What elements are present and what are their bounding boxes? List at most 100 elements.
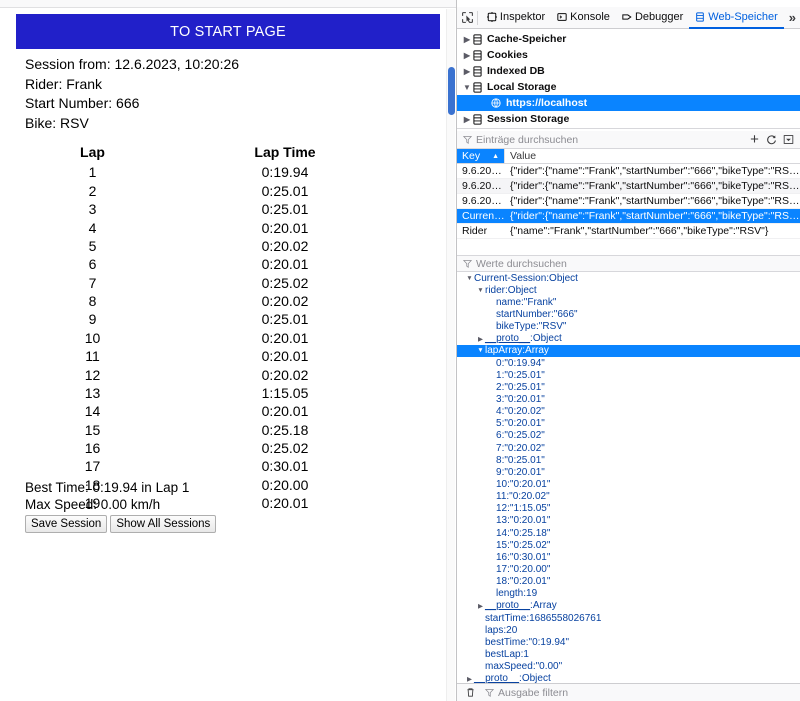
chevron-down-icon[interactable]: ▼ [476, 347, 485, 354]
tab-label: Konsole [570, 10, 610, 23]
object-value-label: :19 [523, 588, 538, 600]
storage-table-row[interactable]: Rider {"name":"Frank","startNumber":"666"… [457, 224, 800, 239]
object-tree-row[interactable]: 13:"0:20.01" [457, 515, 800, 527]
object-tree-row[interactable]: ▼ lapArray:Array [457, 344, 800, 357]
refresh-icon[interactable] [763, 132, 780, 148]
object-tree-row[interactable]: ▶ __proto__:Object [457, 673, 800, 683]
storage-tree-item[interactable]: ▼ Local Storage [457, 79, 800, 95]
object-tree-row[interactable]: length:19 [457, 588, 800, 600]
storage-tree-item-label: Session Storage [487, 113, 570, 125]
table-row: 2 0:25.01 [0, 182, 455, 200]
storage-tree-item[interactable]: https://localhost [457, 95, 800, 111]
table-row: 3 0:25.01 [0, 200, 455, 218]
object-tree-row[interactable]: ▼ rider:Object [457, 284, 800, 296]
object-value-label: :Object [519, 673, 551, 683]
object-tree-row[interactable]: 9:"0:20.01" [457, 466, 800, 478]
object-tree-row[interactable]: 14:"0:25.18" [457, 527, 800, 539]
browser-window: Neue PfadePrivate NachrichtenNeo: Mitarb… [0, 0, 800, 701]
page-scrollbar[interactable] [446, 9, 455, 701]
object-tree-row[interactable]: 18:"0:20.01" [457, 576, 800, 588]
columns-icon[interactable] [780, 132, 797, 148]
storage-column-header[interactable]: Value [505, 149, 800, 163]
more-tabs-button[interactable]: » [784, 10, 800, 25]
object-tree-row[interactable]: 0:"0:19.94" [457, 357, 800, 369]
storage-column-header[interactable]: Key ▲ [457, 149, 505, 163]
tab-debugger[interactable]: Debugger [616, 7, 689, 29]
object-tree-row[interactable]: 2:"0:25.01" [457, 381, 800, 393]
object-tree-row[interactable]: 15:"0:25.02" [457, 539, 800, 551]
object-tree-row[interactable]: laps:20 [457, 624, 800, 636]
object-tree-row[interactable]: 1:"0:25.01" [457, 369, 800, 381]
object-value-label: :"0:20.01" [501, 418, 545, 430]
storage-search-placeholder[interactable]: Einträge durchsuchen [476, 134, 746, 146]
object-tree-row[interactable]: 3:"0:20.01" [457, 393, 800, 405]
object-tree-row[interactable]: bikeType:"RSV" [457, 321, 800, 333]
object-tree-row[interactable]: ▼ Current-Session:Object [457, 272, 800, 284]
object-tree-row[interactable]: bestLap:1 [457, 648, 800, 660]
console-filter-placeholder[interactable]: Ausgabe filtern [498, 687, 568, 699]
web-page-content: TO START PAGE Session from: 12.6.2023, 1… [0, 9, 455, 701]
object-value-label: :"0:20.01" [501, 466, 545, 478]
storage-table-row[interactable]: 9.6.2023… {"rider":{"name":"Frank","start… [457, 164, 800, 179]
object-key-label: name [496, 296, 522, 308]
filter-icon [463, 135, 472, 144]
table-cell: 0:20.02 [261, 237, 309, 254]
value-search-placeholder[interactable]: Werte durchsuchen [476, 258, 567, 270]
storage-tree-item[interactable]: ▶ Session Storage [457, 111, 800, 127]
object-tree-row[interactable]: startNumber:"666" [457, 308, 800, 320]
chevron-right-icon[interactable]: ▶ [461, 115, 473, 124]
chevron-down-icon[interactable]: ▼ [476, 287, 485, 294]
object-key-label: 12 [496, 503, 508, 515]
tab-konsole[interactable]: Konsole [551, 7, 616, 29]
object-tree-row[interactable]: startTime:1686558026761 [457, 612, 800, 624]
storage-folder-icon [473, 65, 482, 77]
object-tree-row[interactable]: 5:"0:20.01" [457, 418, 800, 430]
trash-icon[interactable] [462, 685, 479, 701]
object-tree-row[interactable]: maxSpeed:"0.00" [457, 661, 800, 673]
table-cell: 0:20.01 [261, 403, 309, 420]
object-tree-row[interactable]: 4:"0:20.02" [457, 406, 800, 418]
object-value-label: :20 [503, 624, 518, 636]
object-tree-row[interactable]: 17:"0:20.00" [457, 563, 800, 575]
chevron-right-icon[interactable]: ▶ [461, 51, 473, 60]
object-tree-row[interactable]: 10:"0:20.01" [457, 478, 800, 490]
table-cell: 0:20.01 [261, 256, 309, 273]
object-value-label: :"0:20.02" [501, 406, 545, 418]
add-item-button[interactable]: + [746, 132, 763, 148]
storage-table-row[interactable]: 9.6.2023… {"rider":{"name":"Frank","start… [457, 179, 800, 194]
chevron-right-icon[interactable]: ▶ [461, 67, 473, 76]
page-scrollbar-thumb[interactable] [448, 67, 455, 115]
object-tree-row[interactable]: 8:"0:25.01" [457, 454, 800, 466]
chevron-right-icon[interactable]: ▶ [465, 675, 474, 683]
storage-tree-item[interactable]: ▶ Cookies [457, 47, 800, 63]
storage-tree-item[interactable]: ▶ Indexed DB [457, 63, 800, 79]
object-tree-row[interactable]: name:"Frank" [457, 296, 800, 308]
object-value-label: :"0:19.94" [525, 636, 570, 648]
save-session-button[interactable]: Save Session [25, 515, 108, 533]
object-value-label: :"666" [551, 308, 578, 320]
object-tree-row[interactable]: 6:"0:25.02" [457, 430, 800, 442]
element-picker-icon[interactable] [460, 9, 474, 27]
chevron-right-icon[interactable]: ▶ [461, 35, 473, 44]
object-key-label: startTime [485, 612, 527, 624]
chevron-down-icon[interactable]: ▼ [461, 83, 473, 92]
object-tree-row[interactable]: ▶ __proto__:Array [457, 600, 800, 612]
object-tree-row[interactable]: 12:"1:15.05" [457, 503, 800, 515]
tab-web-speicher[interactable]: Web-Speicher [689, 7, 784, 29]
chevron-right-icon[interactable]: ▶ [476, 602, 485, 610]
object-tree-row[interactable]: bestTime:"0:19.94" [457, 636, 800, 648]
storage-table-row[interactable]: 9.6.2023… {"rider":{"name":"Frank","start… [457, 194, 800, 209]
object-tree-row[interactable]: ▶ __proto__:Object [457, 333, 800, 345]
show-all-sessions-button[interactable]: Show All Sessions [110, 515, 217, 533]
tab-inspektor[interactable]: Inspektor [481, 7, 551, 29]
chevron-down-icon[interactable]: ▼ [465, 275, 474, 282]
object-value-label: :Object [530, 333, 562, 345]
table-row: 4 0:20.01 [0, 218, 455, 236]
object-tree-row[interactable]: 11:"0:20.02" [457, 491, 800, 503]
to-start-page-button[interactable]: TO START PAGE [16, 14, 440, 49]
storage-tree-item[interactable]: ▶ Cache-Speicher [457, 31, 800, 47]
object-tree-row[interactable]: 7:"0:20.02" [457, 442, 800, 454]
storage-table-row[interactable]: Current-… {"rider":{"name":"Frank","start… [457, 209, 800, 224]
chevron-right-icon[interactable]: ▶ [476, 335, 485, 343]
object-tree-row[interactable]: 16:"0:30.01" [457, 551, 800, 563]
